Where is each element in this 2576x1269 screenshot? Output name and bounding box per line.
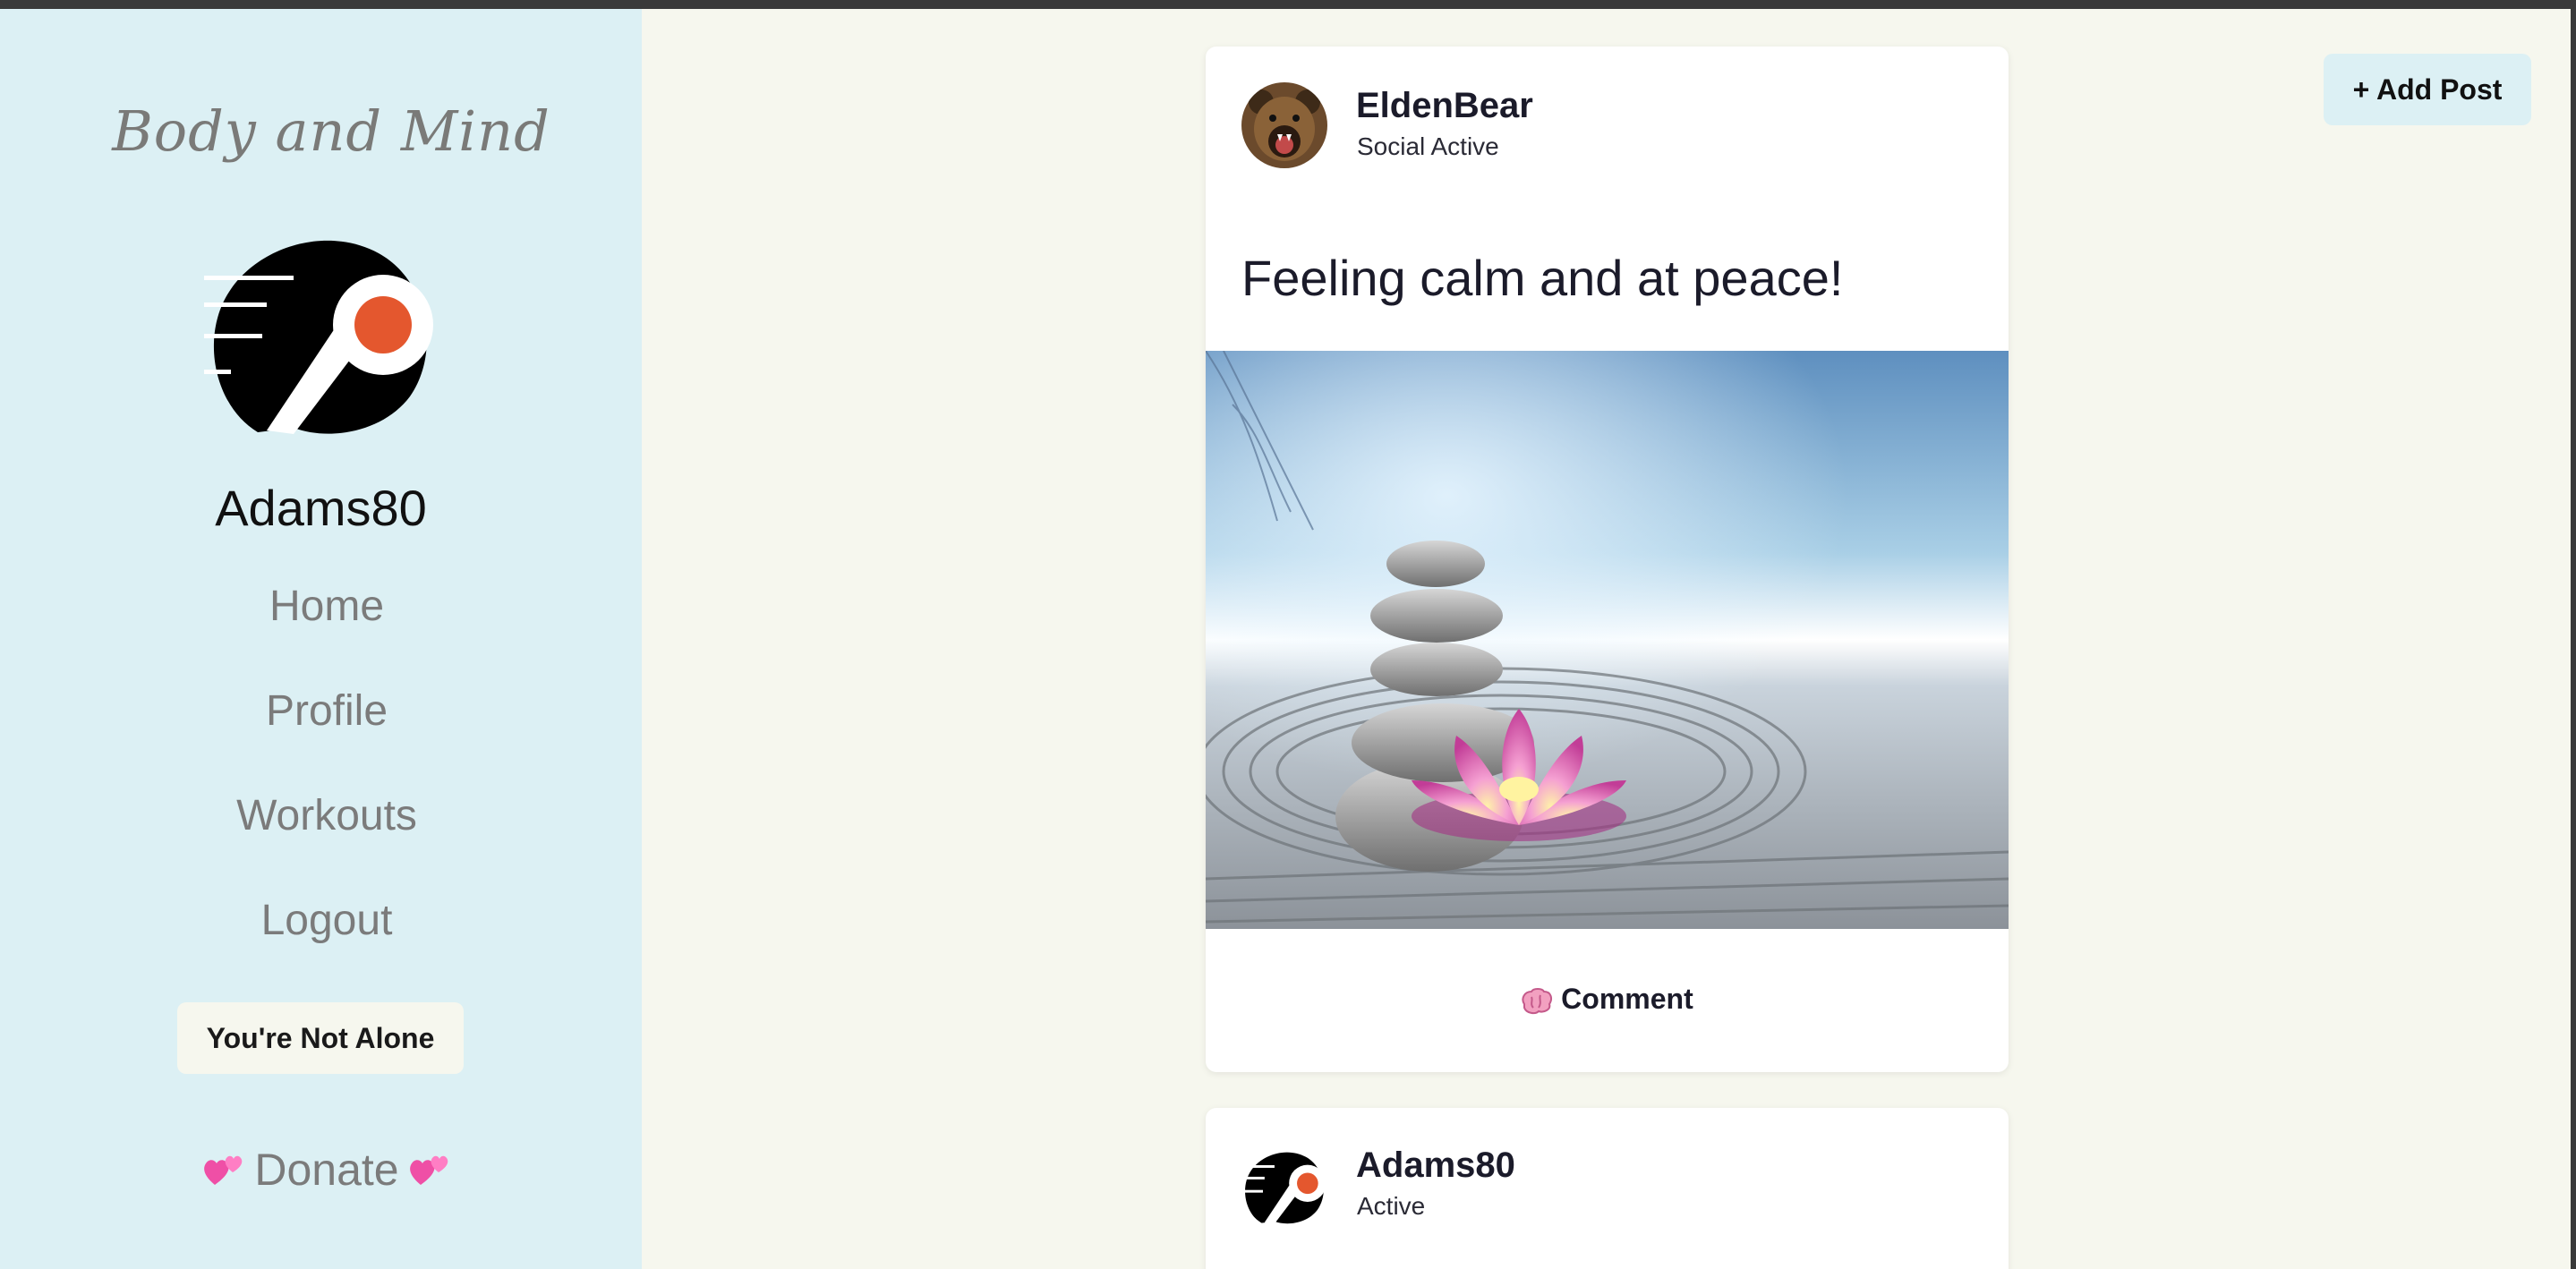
donate-link[interactable]: Donate bbox=[0, 1144, 653, 1199]
sidebar-username: Adams80 bbox=[215, 480, 427, 536]
bear-icon bbox=[1241, 82, 1327, 168]
comment-button[interactable]: Comment bbox=[1206, 983, 2009, 1016]
sidebar: Body and Mind Adams80 Home Profile Worko… bbox=[0, 9, 642, 1269]
post-author[interactable]: EldenBear bbox=[1356, 86, 1533, 126]
add-post-button[interactable]: + Add Post bbox=[2324, 54, 2531, 125]
brand-title: Body and Mind bbox=[112, 98, 550, 164]
post-author[interactable]: Adams80 bbox=[1356, 1146, 1515, 1186]
bear-avatar[interactable] bbox=[1241, 82, 1327, 168]
donate-label: Donate bbox=[254, 1145, 399, 1195]
nav-workouts[interactable]: Workouts bbox=[0, 791, 653, 840]
post-status: Active bbox=[1357, 1192, 1426, 1220]
window-edge bbox=[2571, 0, 2576, 1269]
browser-top-bar bbox=[0, 0, 2576, 9]
nav-logout[interactable]: Logout bbox=[0, 896, 653, 945]
post-card: Adams80 Active bbox=[1206, 1108, 2009, 1269]
brain-icon bbox=[1521, 983, 1561, 1015]
youre-not-alone-button[interactable]: You're Not Alone bbox=[177, 1002, 464, 1074]
flyers-logo-icon bbox=[204, 240, 433, 434]
post-avatar[interactable] bbox=[1241, 1144, 1327, 1230]
user-avatar bbox=[204, 226, 437, 441]
comment-label: Comment bbox=[1561, 983, 1693, 1015]
post-card: EldenBear Social Active Feeling calm and… bbox=[1206, 47, 2009, 1072]
flyers-logo-icon bbox=[1241, 1146, 1327, 1227]
post-status: Social Active bbox=[1357, 132, 1499, 160]
nav-home[interactable]: Home bbox=[0, 582, 653, 631]
nav-profile[interactable]: Profile bbox=[0, 686, 653, 736]
two-hearts-icon bbox=[202, 1147, 245, 1199]
post-text: Feeling calm and at peace! bbox=[1241, 250, 1844, 306]
two-hearts-icon bbox=[408, 1147, 451, 1199]
zen-stones-lotus-image bbox=[1206, 350, 2009, 929]
